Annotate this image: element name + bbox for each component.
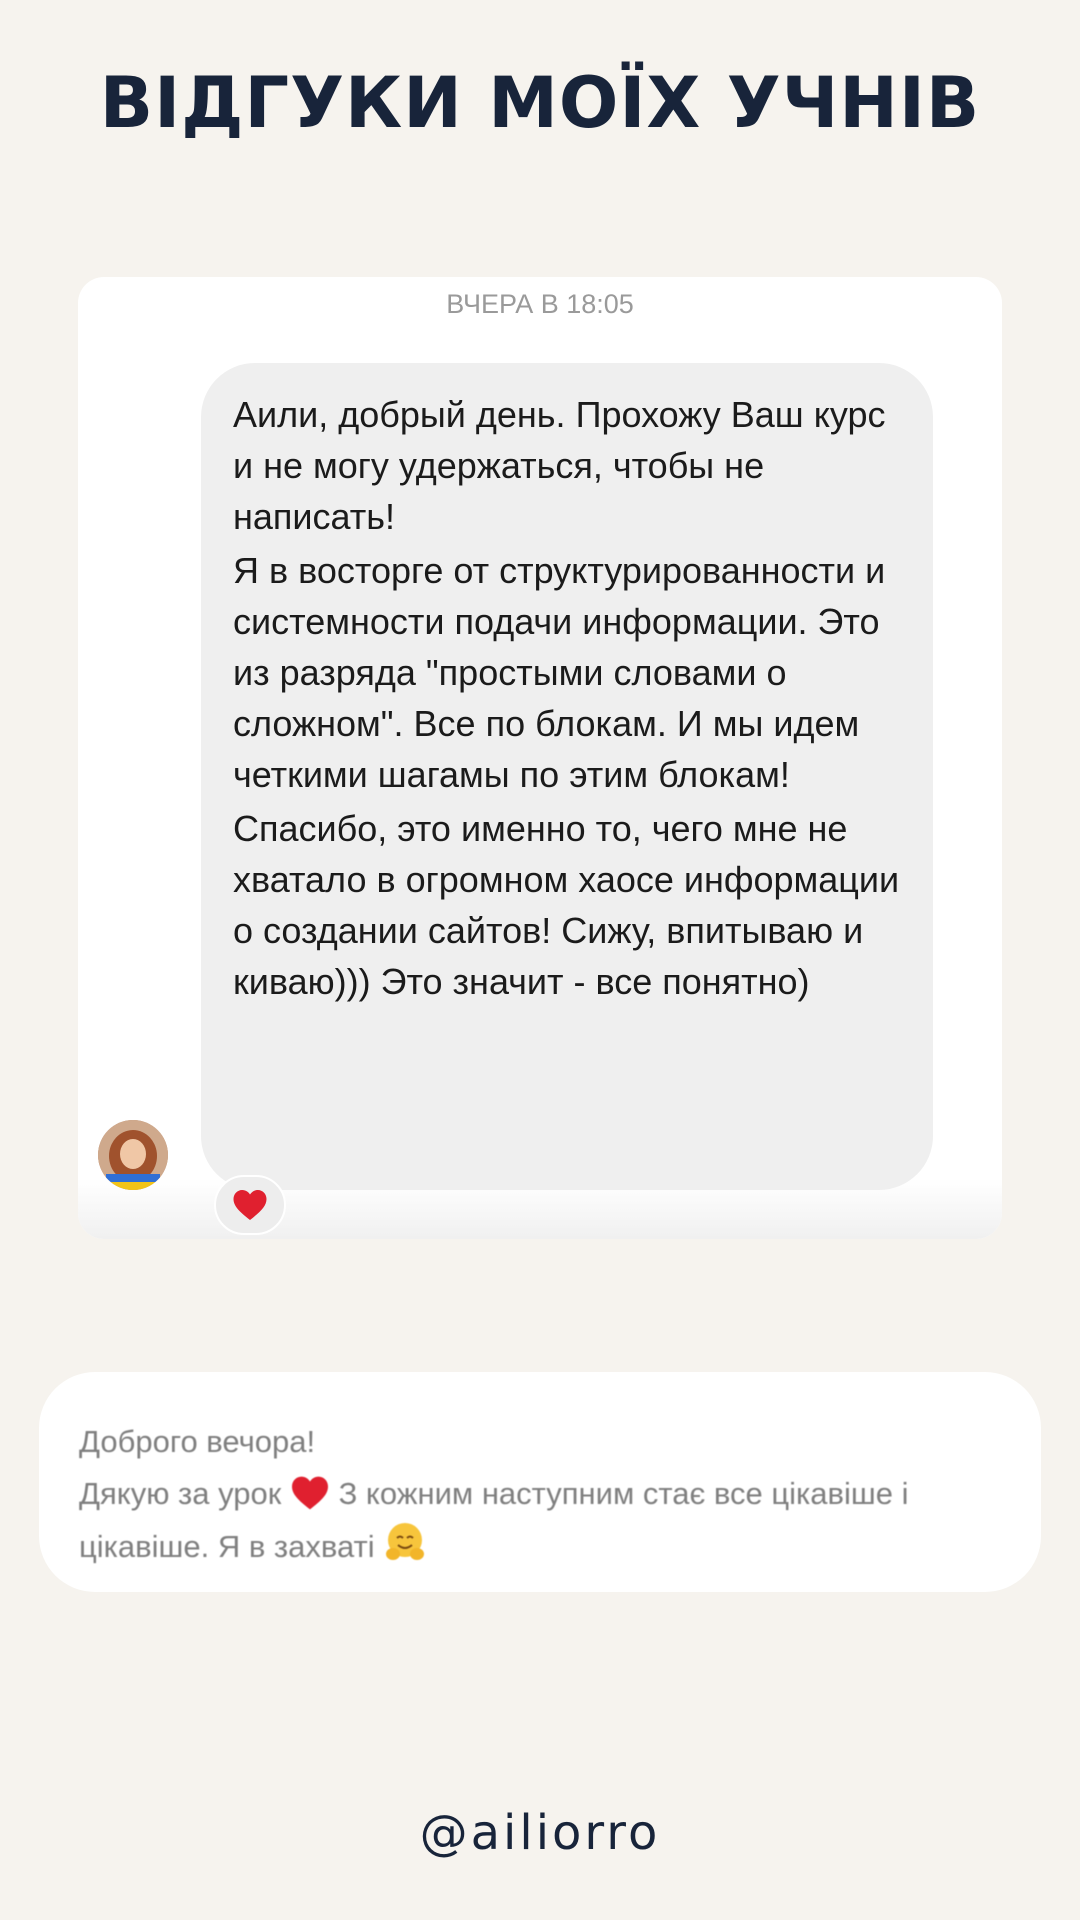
review-card-1: ВЧЕРА В 18:05 Аили, добрый день. Прохожу… bbox=[78, 277, 1002, 1239]
review-2-line-3-text: цікавіше. Я в захваті bbox=[79, 1529, 375, 1564]
review-2-line-2: Дякую за урок З кожним наступним стає вс… bbox=[79, 1468, 1039, 1520]
message-paragraph-2: Я в восторге от структурированности и си… bbox=[233, 550, 886, 795]
message-timestamp: ВЧЕРА В 18:05 bbox=[446, 289, 634, 319]
review-2-line-2-end: З кожним наступним стає все цікавіше і bbox=[338, 1476, 909, 1511]
review-card-2: Доброго вечора! Дякую за урок З кожним н… bbox=[39, 1372, 1041, 1592]
avatar[interactable] bbox=[98, 1120, 168, 1190]
review-2-line-2-start: Дякую за урок bbox=[79, 1476, 282, 1511]
message-paragraph-3: Спасибо, это именно то, чего мне не хват… bbox=[233, 808, 900, 1002]
review-2-line-1: Доброго вечора! bbox=[79, 1424, 316, 1459]
review-2-text: Доброго вечора! Дякую за урок З кожним н… bbox=[79, 1416, 1039, 1573]
message-paragraph-1: Аили, добрый день. Прохожу Ваш курс и не… bbox=[233, 394, 886, 537]
hugging-face-icon bbox=[386, 1523, 425, 1560]
heart-icon bbox=[291, 1476, 328, 1510]
avatar-image bbox=[98, 1120, 168, 1190]
message-bubble: Аили, добрый день. Прохожу Ваш курс и не… bbox=[201, 363, 933, 1190]
reaction-badge[interactable] bbox=[214, 1175, 286, 1235]
heart-icon bbox=[233, 1190, 267, 1220]
page-title: ВІДГУКИ МОЇХ УЧНІВ bbox=[99, 62, 981, 144]
instagram-handle: @ailiorro bbox=[419, 1805, 661, 1861]
review-2-line-3: цікавіше. Я в захваті bbox=[79, 1520, 1039, 1573]
